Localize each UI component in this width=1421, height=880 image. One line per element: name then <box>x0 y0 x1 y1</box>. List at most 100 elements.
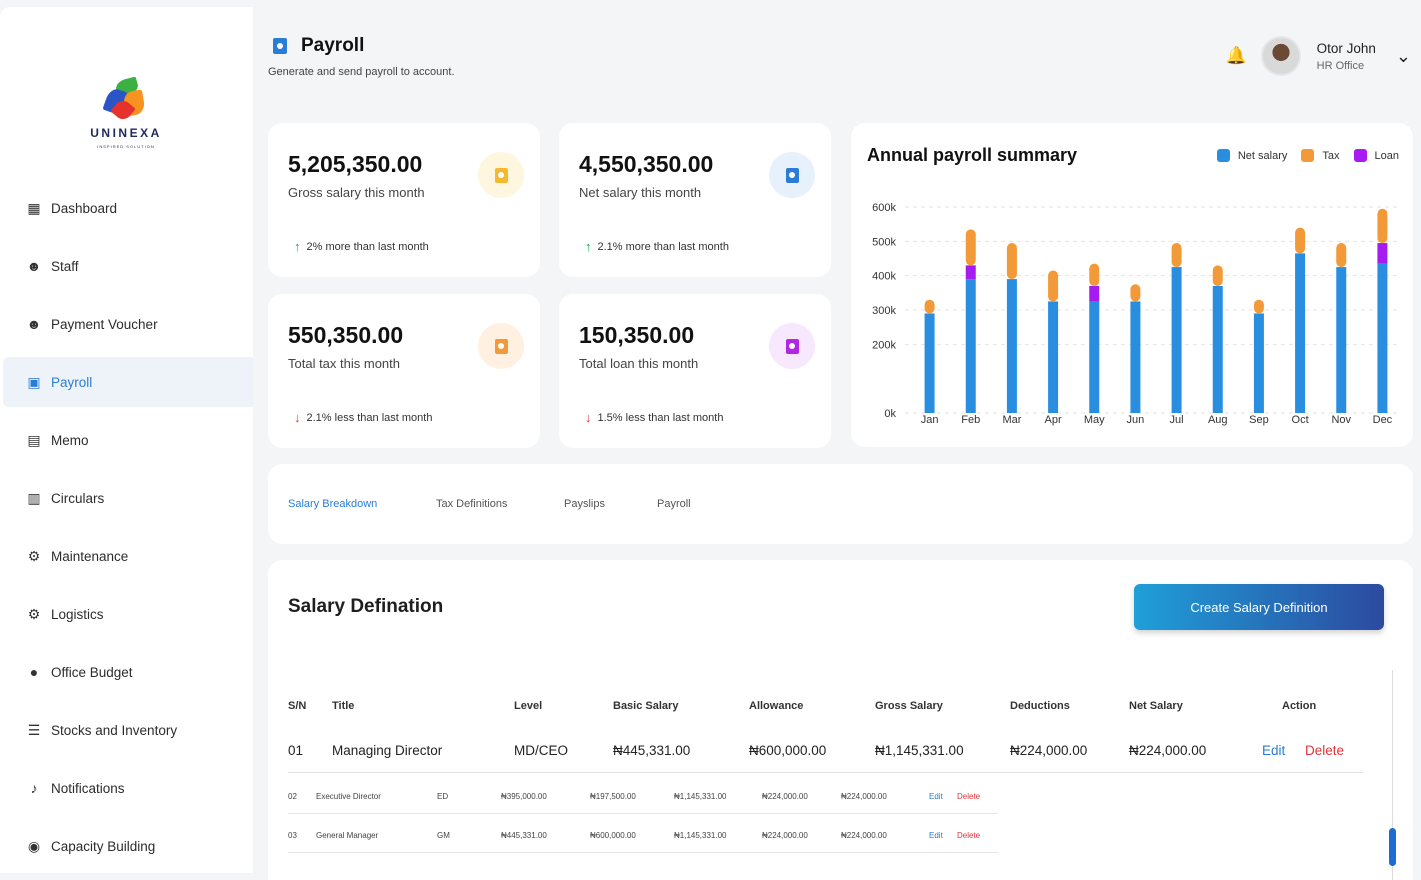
sidebar-item-staff[interactable]: ☻ Staff <box>3 241 253 291</box>
brand-logo[interactable]: UNINEXA INSPIRED SOLUTION <box>86 76 166 149</box>
chevron-down-icon[interactable]: ⌄ <box>1396 46 1411 67</box>
bar-tax[interactable] <box>1336 243 1347 268</box>
cell-allowance: ₦600,000.00 <box>590 831 636 840</box>
column-header: Gross Salary <box>875 700 943 712</box>
sidebar-item-label: Maintenance <box>51 548 129 564</box>
delete-button[interactable]: Delete <box>957 792 980 801</box>
bar-net-salary[interactable] <box>1006 279 1017 413</box>
edit-button[interactable]: Edit <box>929 792 943 801</box>
tab-tax-definitions[interactable]: Tax Definitions <box>436 498 508 510</box>
sidebar-item-payment-voucher[interactable]: ☻ Payment Voucher <box>3 299 253 349</box>
cell-level: GM <box>437 831 450 840</box>
sidebar-item-logistics[interactable]: ⚙ Logistics <box>3 589 253 639</box>
bar-loan[interactable] <box>1089 285 1100 302</box>
bar-loan[interactable] <box>965 265 976 280</box>
logo-mark-icon <box>102 76 148 123</box>
bar-tax[interactable] <box>1089 263 1100 286</box>
delete-button[interactable]: Delete <box>957 831 980 840</box>
tab-salary-breakdown[interactable]: Salary Breakdown <box>288 498 377 510</box>
sidebar-item-label: Payroll <box>51 374 93 390</box>
legend-item-loan: Loan <box>1353 149 1399 162</box>
stat-value: 550,350.00 <box>288 322 404 348</box>
sidebar-item-payroll[interactable]: ▣ Payroll <box>3 357 253 407</box>
bar-tax[interactable] <box>965 229 976 266</box>
sidebar-item-label: Dashboard <box>51 200 118 216</box>
sidebar-item-notifications[interactable]: ♪ Notifications <box>3 763 253 813</box>
tab-payroll[interactable]: Payroll <box>657 498 691 510</box>
user-info[interactable]: Otor John HR Office <box>1317 41 1376 72</box>
sidebar-nav: ▦ Dashboard ☻ Staff ☻ Payment Voucher ▣ Payroll… <box>3 183 253 879</box>
annual-payroll-chart-card: 0k 200k 300k 400k 500k 600k Jan Feb Mar Apr May Jun… <box>851 123 1413 447</box>
stat-label: Total tax this month <box>288 356 400 371</box>
bar-tax[interactable] <box>1253 299 1264 314</box>
bar-tax[interactable] <box>1171 243 1182 268</box>
sidebar-item-stocks-and-inventory[interactable]: ☰ Stocks and Inventory <box>3 705 253 755</box>
delete-button[interactable]: Delete <box>1305 743 1344 758</box>
sidebar-item-office-budget[interactable]: ● Office Budget <box>3 647 253 697</box>
user-role: HR Office <box>1316 59 1365 72</box>
memo-icon: ▤ <box>27 431 41 448</box>
sidebar-item-circulars[interactable]: ▥ Circulars <box>3 473 253 523</box>
create-salary-definition-button[interactable]: Create Salary Definition <box>1134 584 1384 630</box>
bar-net-salary[interactable] <box>1130 301 1141 413</box>
bar-net-salary[interactable] <box>924 313 935 413</box>
bar-net-salary[interactable] <box>1295 253 1306 413</box>
column-header: S/N <box>288 700 307 712</box>
legend-item-tax: Tax <box>1301 149 1340 162</box>
avatar[interactable] <box>1260 36 1301 76</box>
column-header: Deductions <box>1010 700 1070 712</box>
sidebar-item-label: Memo <box>51 432 89 448</box>
bar-tax[interactable] <box>924 299 935 314</box>
bar-loan[interactable] <box>1377 243 1388 264</box>
bar-tax[interactable] <box>1212 265 1223 286</box>
x-tick-label: Nov <box>1331 414 1351 426</box>
legend-swatch <box>1216 149 1230 162</box>
bar-tax[interactable] <box>1130 284 1141 302</box>
page-title: Payroll <box>268 35 455 57</box>
annual-payroll-chart: 0k 200k 300k 400k 500k 600k Jan Feb Mar Apr May Jun… <box>872 202 1399 426</box>
bar-net-salary[interactable] <box>1377 263 1388 413</box>
sidebar-item-label: Payment Voucher <box>51 316 158 332</box>
stat-card-tax: 550,350.00 Total tax this month ↓ 2.1% le… <box>268 294 540 448</box>
table-scrollbar-thumb[interactable] <box>1389 828 1396 866</box>
sidebar-item-maintenance[interactable]: ⚙ Maintenance <box>3 531 253 581</box>
staff-icon: ☻ <box>26 258 42 274</box>
bell-icon[interactable]: 🔔 <box>1225 46 1246 66</box>
stat-trend: ↓ 1.5% less than last month <box>585 410 723 425</box>
bar-net-salary[interactable] <box>1336 267 1347 413</box>
sidebar-item-capacity-building[interactable]: ◉ Capacity Building <box>3 821 253 871</box>
edit-button[interactable]: Edit <box>929 831 943 840</box>
cell-basic: ₦395,000.00 <box>501 792 547 801</box>
cell-sn: 02 <box>288 792 297 801</box>
bar-tax[interactable] <box>1377 208 1388 244</box>
cell-deductions: ₦224,000.00 <box>762 831 808 840</box>
bar-net-salary[interactable] <box>965 279 976 413</box>
stat-value: 5,205,350.00 <box>288 151 423 177</box>
bar-net-salary[interactable] <box>1171 267 1182 413</box>
sidebar-item-label: Office Budget <box>51 664 133 680</box>
user-menu[interactable]: 🔔 Otor John HR Office ⌄ <box>1225 36 1411 76</box>
bar-net-salary[interactable] <box>1048 301 1059 413</box>
cell-net: ₦224,000.00 <box>841 792 887 801</box>
stat-trend-text: 2.1% less than last month <box>306 411 433 424</box>
bar-net-salary[interactable] <box>1089 301 1100 413</box>
x-tick-label: Jan <box>921 414 939 426</box>
bar-tax[interactable] <box>1295 227 1306 254</box>
cell-basic: ₦445,331.00 <box>613 743 691 758</box>
edit-button[interactable]: Edit <box>1262 743 1285 758</box>
bar-net-salary[interactable] <box>1212 285 1223 413</box>
bar-tax[interactable] <box>1048 270 1059 302</box>
sidebar-item-memo[interactable]: ▤ Memo <box>3 415 253 465</box>
arrow-down-icon: ↓ <box>585 410 592 425</box>
x-tick-label: Jul <box>1170 414 1184 426</box>
page-header: Payroll Generate and send payroll to acc… <box>268 35 455 78</box>
bar-net-salary[interactable] <box>1253 313 1264 413</box>
sidebar-item-dashboard[interactable]: ▦ Dashboard <box>3 183 253 233</box>
maintenance-icon: ⚙ <box>27 547 41 564</box>
y-tick-label: 300k <box>872 305 896 317</box>
cell-deductions: ₦224,000.00 <box>762 792 808 801</box>
bar-tax[interactable] <box>1006 243 1017 280</box>
tab-payslips[interactable]: Payslips <box>564 498 605 510</box>
x-tick-label: Oct <box>1292 414 1309 426</box>
logistics-icon: ⚙ <box>27 605 41 622</box>
